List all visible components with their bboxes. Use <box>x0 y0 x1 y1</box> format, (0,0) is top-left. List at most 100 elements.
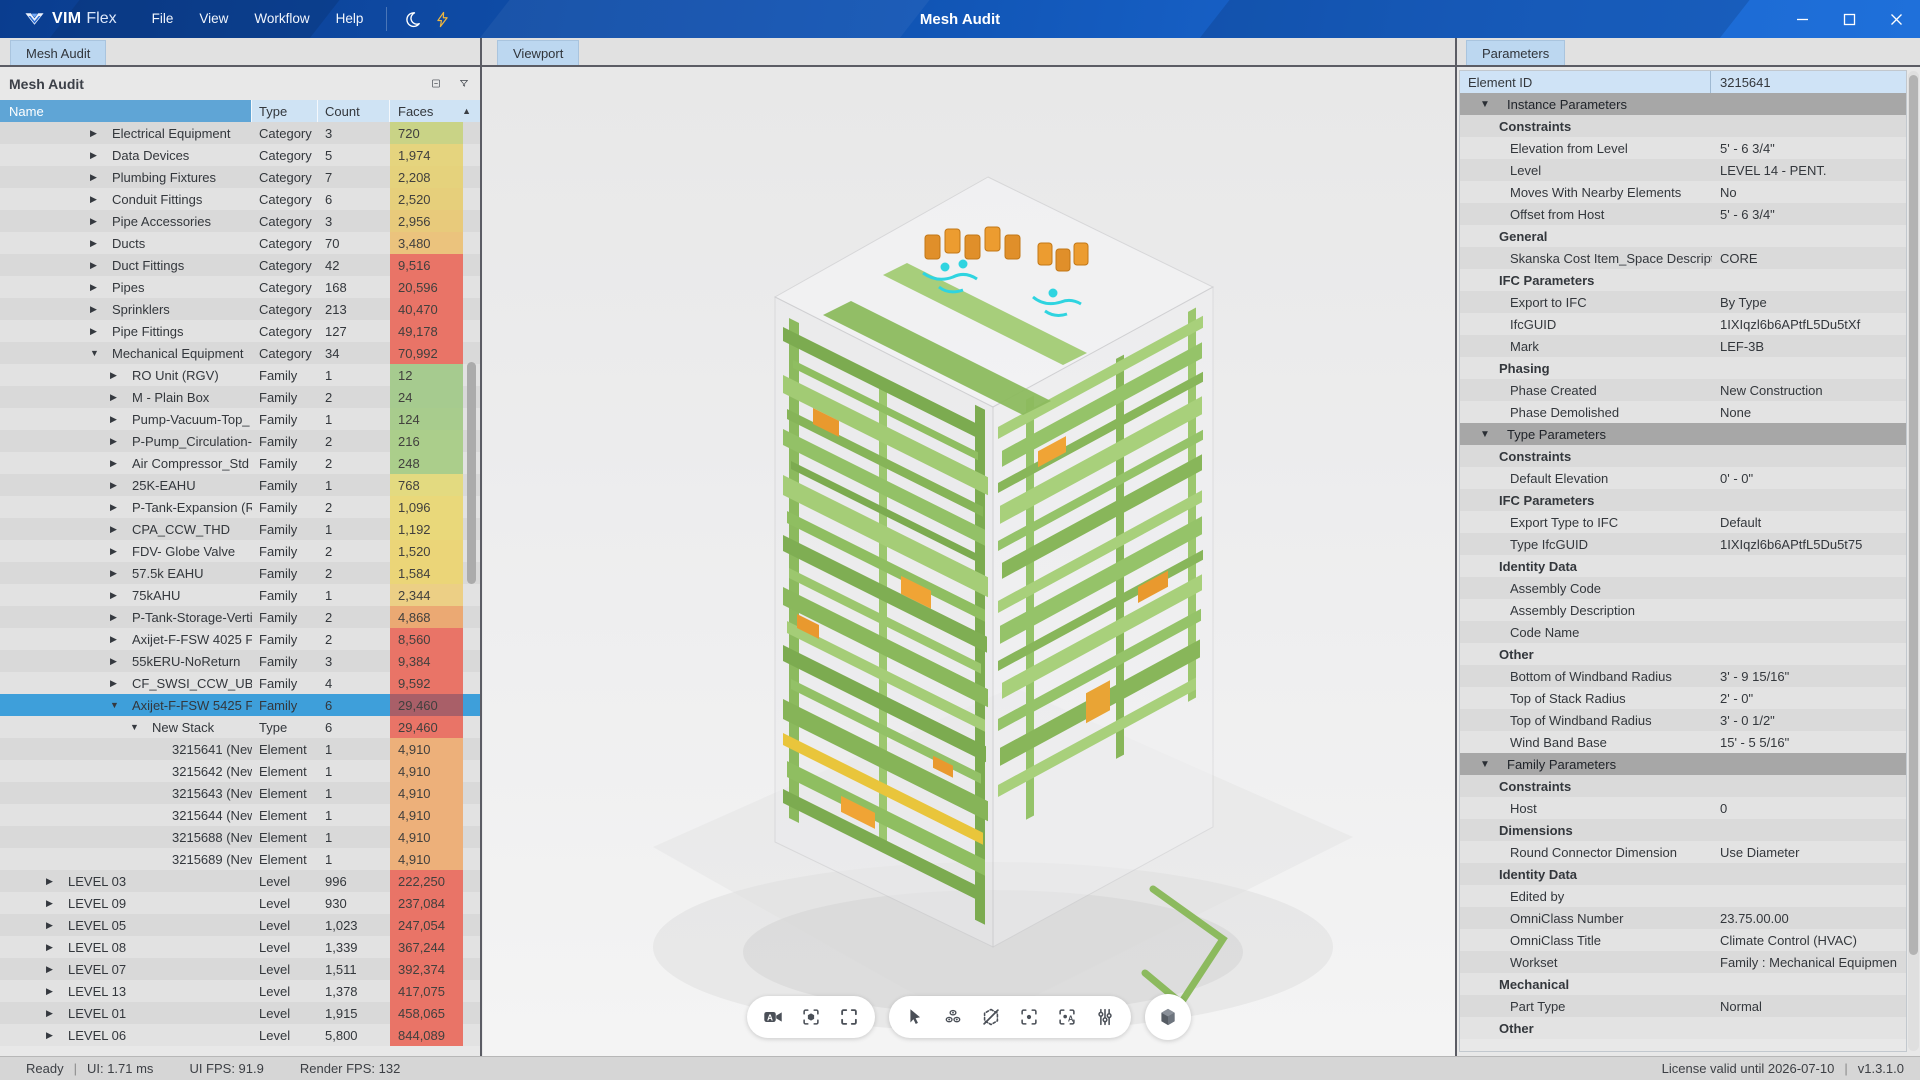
element-id-row[interactable]: Element ID 3215641 <box>1460 71 1906 93</box>
expand-arrow[interactable]: ▶ <box>90 144 97 166</box>
expand-arrow[interactable]: ▶ <box>110 518 117 540</box>
table-row[interactable]: ▼Axijet-F-FSW 5425 FanFamily629,460 <box>0 694 481 716</box>
right-scrollbar-thumb[interactable] <box>1909 75 1918 955</box>
table-row[interactable]: ▶P-Tank-Expansion (RGFamily21,096 <box>0 496 481 518</box>
table-row[interactable]: ▼Mechanical EquipmentCategory3470,992 <box>0 342 481 364</box>
focus-button[interactable] <box>1012 1000 1046 1034</box>
expand-arrow[interactable]: ▼ <box>90 342 99 364</box>
table-row[interactable]: 3215644 (New StackElement14,910 <box>0 804 481 826</box>
expand-arrow[interactable]: ▶ <box>110 650 117 672</box>
table-row[interactable]: ▼New StackType629,460 <box>0 716 481 738</box>
table-row[interactable]: ▶SprinklersCategory21340,470 <box>0 298 481 320</box>
expand-arrow[interactable]: ▶ <box>110 408 117 430</box>
table-row[interactable]: 3215642 (New StackElement14,910 <box>0 760 481 782</box>
expand-arrow[interactable]: ▶ <box>110 672 117 694</box>
dark-mode-button[interactable] <box>397 4 427 34</box>
splitter-left[interactable] <box>480 38 482 1056</box>
expand-arrow[interactable]: ▶ <box>46 958 53 980</box>
table-row[interactable]: 3215641 (New StackElement14,910 <box>0 738 481 760</box>
expand-arrow[interactable]: ▶ <box>110 540 117 562</box>
table-row[interactable]: ▶LEVEL 09Level930237,084 <box>0 892 481 914</box>
expand-arrow[interactable]: ▶ <box>46 870 53 892</box>
view-cube-button[interactable] <box>1151 1000 1185 1034</box>
parameter-section[interactable]: ▼Instance Parameters <box>1460 93 1906 115</box>
performance-button[interactable] <box>427 4 457 34</box>
table-row[interactable]: ▶25K-EAHUFamily1768 <box>0 474 481 496</box>
minimize-button[interactable] <box>1779 0 1826 38</box>
expand-arrow[interactable]: ▶ <box>46 1002 53 1024</box>
expand-arrow[interactable]: ▶ <box>90 122 97 144</box>
collapse-all-button[interactable] <box>425 73 447 95</box>
column-header-type[interactable]: Type <box>252 100 318 122</box>
expand-arrow[interactable]: ▶ <box>110 606 117 628</box>
expand-arrow[interactable]: ▶ <box>46 1024 53 1046</box>
table-row[interactable]: ▶P-Pump_Circulation-Family2216 <box>0 430 481 452</box>
table-row[interactable]: ▶Axijet-F-FSW 4025 FanFamily28,560 <box>0 628 481 650</box>
table-row[interactable]: ▶57.5k EAHUFamily21,584 <box>0 562 481 584</box>
collapse-arrow[interactable]: ▼ <box>1480 429 1507 440</box>
tab-parameters[interactable]: Parameters <box>1466 40 1565 65</box>
collapse-arrow[interactable]: ▼ <box>1480 99 1507 110</box>
model-3d[interactable] <box>593 147 1353 1056</box>
filter-button[interactable] <box>453 73 475 95</box>
record-camera-button[interactable]: A <box>756 1000 790 1034</box>
parameter-section[interactable]: ▼Family Parameters <box>1460 753 1906 775</box>
expand-arrow[interactable]: ▶ <box>90 320 97 342</box>
table-row[interactable]: ▶LEVEL 08Level1,339367,244 <box>0 936 481 958</box>
table-row[interactable]: ▶Duct FittingsCategory429,516 <box>0 254 481 276</box>
table-row[interactable]: ▶Data DevicesCategory51,974 <box>0 144 481 166</box>
table-row[interactable]: ▶PipesCategory16820,596 <box>0 276 481 298</box>
focus-auto-button[interactable]: A <box>1050 1000 1084 1034</box>
orbit-button[interactable] <box>936 1000 970 1034</box>
expand-arrow[interactable]: ▶ <box>46 980 53 1002</box>
table-row[interactable]: ▶LEVEL 07Level1,511392,374 <box>0 958 481 980</box>
expand-arrow[interactable]: ▶ <box>110 628 117 650</box>
table-row[interactable]: ▶Pipe AccessoriesCategory32,956 <box>0 210 481 232</box>
table-row[interactable]: ▶Air Compressor_StdFamily2248 <box>0 452 481 474</box>
expand-arrow[interactable]: ▶ <box>110 562 117 584</box>
expand-arrow[interactable]: ▶ <box>90 254 97 276</box>
table-row[interactable]: ▶Pipe FittingsCategory12749,178 <box>0 320 481 342</box>
table-row[interactable]: ▶55kERU-NoReturnFamily39,384 <box>0 650 481 672</box>
expand-arrow[interactable]: ▼ <box>130 716 139 738</box>
splitter-right[interactable] <box>1455 38 1457 1056</box>
table-row[interactable]: ▶75kAHUFamily12,344 <box>0 584 481 606</box>
expand-arrow[interactable]: ▶ <box>46 914 53 936</box>
table-row[interactable]: ▶DuctsCategory703,480 <box>0 232 481 254</box>
table-row[interactable]: ▶RO Unit (RGV)Family112 <box>0 364 481 386</box>
close-button[interactable] <box>1873 0 1920 38</box>
expand-arrow[interactable]: ▶ <box>110 496 117 518</box>
tab-viewport[interactable]: Viewport <box>497 40 579 65</box>
left-scrollbar-thumb[interactable] <box>467 362 476 584</box>
expand-arrow[interactable]: ▶ <box>90 188 97 210</box>
pointer-button[interactable] <box>898 1000 932 1034</box>
expand-arrow[interactable]: ▶ <box>90 166 97 188</box>
table-row[interactable]: ▶CF_SWSI_CCW_UBD_Family49,592 <box>0 672 481 694</box>
expand-arrow[interactable]: ▶ <box>90 210 97 232</box>
expand-arrow[interactable]: ▶ <box>110 584 117 606</box>
expand-arrow[interactable]: ▶ <box>90 276 97 298</box>
expand-arrow[interactable]: ▼ <box>110 694 119 716</box>
expand-arrow[interactable]: ▶ <box>110 364 117 386</box>
menu-view[interactable]: View <box>186 0 241 38</box>
column-header-faces[interactable]: Faces▲ <box>390 100 481 122</box>
tab-mesh-audit[interactable]: Mesh Audit <box>10 40 106 65</box>
table-row[interactable]: ▶P-Tank-Storage-VertiFamily24,868 <box>0 606 481 628</box>
viewport-3d[interactable]: A A <box>483 67 1455 1056</box>
menu-help[interactable]: Help <box>323 0 377 38</box>
expand-arrow[interactable]: ▶ <box>110 386 117 408</box>
expand-arrow[interactable]: ▶ <box>46 892 53 914</box>
parameter-section[interactable]: ▼Type Parameters <box>1460 423 1906 445</box>
collapse-arrow[interactable]: ▼ <box>1480 759 1507 770</box>
table-row[interactable]: ▶Plumbing FixturesCategory72,208 <box>0 166 481 188</box>
table-row[interactable]: ▶LEVEL 13Level1,378417,075 <box>0 980 481 1002</box>
table-row[interactable]: 3215688 (New StackElement14,910 <box>0 826 481 848</box>
table-row[interactable]: ▶Electrical EquipmentCategory3720 <box>0 122 481 144</box>
table-row[interactable]: ▶LEVEL 06Level5,800844,089 <box>0 1024 481 1046</box>
table-row[interactable]: ▶LEVEL 01Level1,915458,065 <box>0 1002 481 1024</box>
expand-arrow[interactable]: ▶ <box>90 298 97 320</box>
frame-model-button[interactable] <box>794 1000 828 1034</box>
section-box-off-button[interactable] <box>974 1000 1008 1034</box>
menu-workflow[interactable]: Workflow <box>241 0 322 38</box>
table-row[interactable]: ▶Pump-Vacuum-Top_Family1124 <box>0 408 481 430</box>
